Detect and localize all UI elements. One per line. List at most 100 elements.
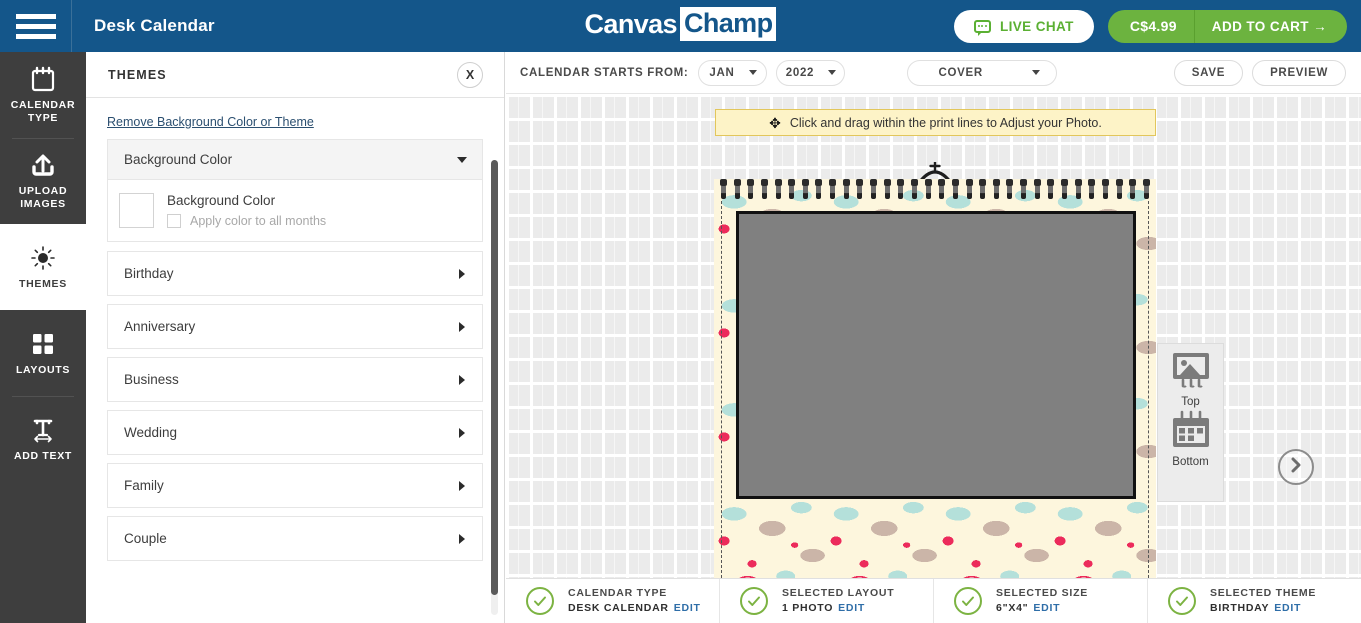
calendar-cover-sheet[interactable]	[714, 179, 1156, 578]
month-select[interactable]: JAN	[698, 59, 768, 86]
chevron-right-icon	[459, 268, 465, 279]
top-header: Desk Calendar Canvas Champ LIVE CHAT C$4…	[0, 0, 1361, 52]
themes-panel-scrollbar[interactable]	[491, 160, 498, 615]
background-color-accordion-header[interactable]: Background Color	[108, 140, 482, 179]
left-tool-rail: CALENDAR TYPE UPLOAD IMAGES THEMES LAYOU…	[0, 52, 86, 623]
sidebar-item-label: CALENDAR TYPE	[10, 99, 76, 124]
hamburger-menu-icon[interactable]	[0, 0, 72, 52]
status-selected-layout[interactable]: SELECTED LAYOUT 1 PHOTO EDIT	[720, 578, 934, 623]
chevron-right-icon	[459, 374, 465, 385]
spiral-coil	[1142, 179, 1150, 201]
apply-all-months-label: Apply color to all months	[190, 214, 327, 228]
spiral-coil	[1129, 179, 1137, 201]
themes-panel-body: Remove Background Color or Theme Backgro…	[86, 99, 505, 623]
upload-icon	[30, 151, 56, 179]
theme-category-list: Birthday Anniversary Business Wedding Fa…	[107, 251, 483, 561]
year-select[interactable]: 2022	[776, 59, 846, 86]
chevron-down-icon	[457, 156, 467, 163]
spiral-coil	[720, 179, 727, 201]
next-page-button[interactable]	[1278, 449, 1314, 485]
page-side-palette: Top Bottom	[1157, 343, 1224, 502]
photo-placeholder[interactable]	[736, 211, 1136, 499]
cart-group[interactable]: C$4.99 ADD TO CART →	[1107, 9, 1347, 43]
status-selected-theme[interactable]: SELECTED THEME BIRTHDAY EDIT	[1148, 579, 1361, 623]
live-chat-button[interactable]: LIVE CHAT	[953, 9, 1094, 43]
spiral-coil	[760, 179, 768, 201]
scrollbar-thumb[interactable]	[491, 160, 498, 595]
design-canvas[interactable]: ✥ Click and drag within the print lines …	[506, 94, 1361, 578]
theme-category-wedding[interactable]: Wedding	[107, 410, 483, 455]
status-value: DESK CALENDAR	[568, 602, 669, 614]
background-color-accordion: Background Color Background Color Apply …	[107, 139, 483, 242]
edit-link[interactable]: EDIT	[674, 602, 701, 614]
grid-layout-icon	[31, 330, 55, 358]
close-icon[interactable]: X	[457, 61, 483, 88]
hamburger-bar	[15, 33, 56, 39]
sidebar-item-themes[interactable]: THEMES	[0, 224, 86, 310]
palette-bottom-option[interactable]: Bottom	[1170, 410, 1212, 468]
bottom-status-bar: CALENDAR TYPE DESK CALENDAR EDIT SELECTED…	[506, 578, 1361, 623]
themes-panel: THEMES X Remove Background Color or Them…	[86, 52, 505, 623]
theme-category-label: Wedding	[124, 425, 178, 440]
sidebar-item-calendar-type[interactable]: CALENDAR TYPE	[0, 52, 86, 138]
spiral-coil	[856, 179, 864, 201]
theme-category-birthday[interactable]: Birthday	[107, 251, 483, 296]
status-calendar-type[interactable]: CALENDAR TYPE DESK CALENDAR EDIT	[506, 578, 720, 623]
palette-bottom-label: Bottom	[1172, 456, 1209, 468]
status-value: 6"X4"	[996, 602, 1029, 614]
year-select-value: 2022	[785, 66, 815, 79]
theme-category-family[interactable]: Family	[107, 463, 483, 508]
spiral-coil	[1101, 179, 1109, 201]
app-root: Desk Calendar Canvas Champ LIVE CHAT C$4…	[0, 0, 1361, 623]
spiral-coil	[951, 179, 959, 201]
theme-category-business[interactable]: Business	[107, 357, 483, 402]
add-to-cart-button[interactable]: ADD TO CART →	[1195, 10, 1347, 43]
live-chat-label: LIVE CHAT	[999, 18, 1074, 34]
drag-hint-banner: ✥ Click and drag within the print lines …	[715, 109, 1156, 136]
background-color-swatch[interactable]	[119, 193, 154, 228]
sidebar-item-add-text[interactable]: ADD TEXT	[0, 396, 86, 482]
stage-toolbar: CALENDAR STARTS FROM: JAN 2022 COVER SAV…	[506, 52, 1361, 94]
spiral-coil	[1006, 179, 1014, 201]
theme-category-anniversary[interactable]: Anniversary	[107, 304, 483, 349]
chevron-right-icon	[459, 427, 465, 438]
edit-link[interactable]: EDIT	[1033, 602, 1060, 614]
text-tool-icon	[30, 416, 56, 444]
spiral-coil	[883, 179, 891, 201]
palette-top-option[interactable]: Top	[1170, 350, 1212, 408]
spiral-coil	[938, 179, 946, 201]
theme-category-label: Business	[124, 372, 179, 387]
sidebar-item-label: THEMES	[19, 277, 67, 290]
brand-champ-text: Champ	[679, 7, 777, 41]
status-title: SELECTED SIZE	[996, 587, 1089, 599]
spiral-coil	[965, 179, 973, 201]
edit-link[interactable]: EDIT	[1274, 602, 1301, 614]
spiral-coil	[992, 179, 1000, 201]
page-select[interactable]: COVER	[907, 59, 1058, 86]
sidebar-item-label: LAYOUTS	[15, 363, 71, 376]
page-title: Desk Calendar	[94, 16, 215, 35]
status-selected-size[interactable]: SELECTED SIZE 6"X4" EDIT	[934, 578, 1148, 623]
spiral-coil	[842, 179, 850, 201]
preview-button[interactable]: PREVIEW	[1252, 59, 1346, 86]
edit-link[interactable]: EDIT	[838, 602, 865, 614]
move-arrows-icon: ✥	[769, 114, 781, 131]
save-button[interactable]: SAVE	[1173, 59, 1244, 86]
sidebar-item-upload-images[interactable]: UPLOAD IMAGES	[0, 138, 86, 224]
header-actions: LIVE CHAT C$4.99 ADD TO CART →	[953, 0, 1347, 52]
remove-background-link[interactable]: Remove Background Color or Theme	[107, 115, 314, 129]
themes-panel-header: THEMES X	[86, 52, 504, 98]
spiral-coil	[870, 179, 878, 201]
hamburger-bar	[15, 23, 56, 29]
calendar-icon	[31, 65, 55, 93]
status-value-line: BIRTHDAY EDIT	[1210, 601, 1316, 616]
theme-category-couple[interactable]: Couple	[107, 516, 483, 561]
spiral-coil	[801, 179, 809, 201]
apply-all-months-checkbox[interactable]	[167, 214, 181, 228]
status-title: CALENDAR TYPE	[568, 587, 668, 599]
chevron-right-icon	[459, 533, 465, 544]
spiral-coil	[1088, 179, 1096, 201]
status-value: BIRTHDAY	[1210, 602, 1270, 614]
spiral-coil	[1033, 179, 1041, 201]
sidebar-item-layouts[interactable]: LAYOUTS	[0, 310, 86, 396]
